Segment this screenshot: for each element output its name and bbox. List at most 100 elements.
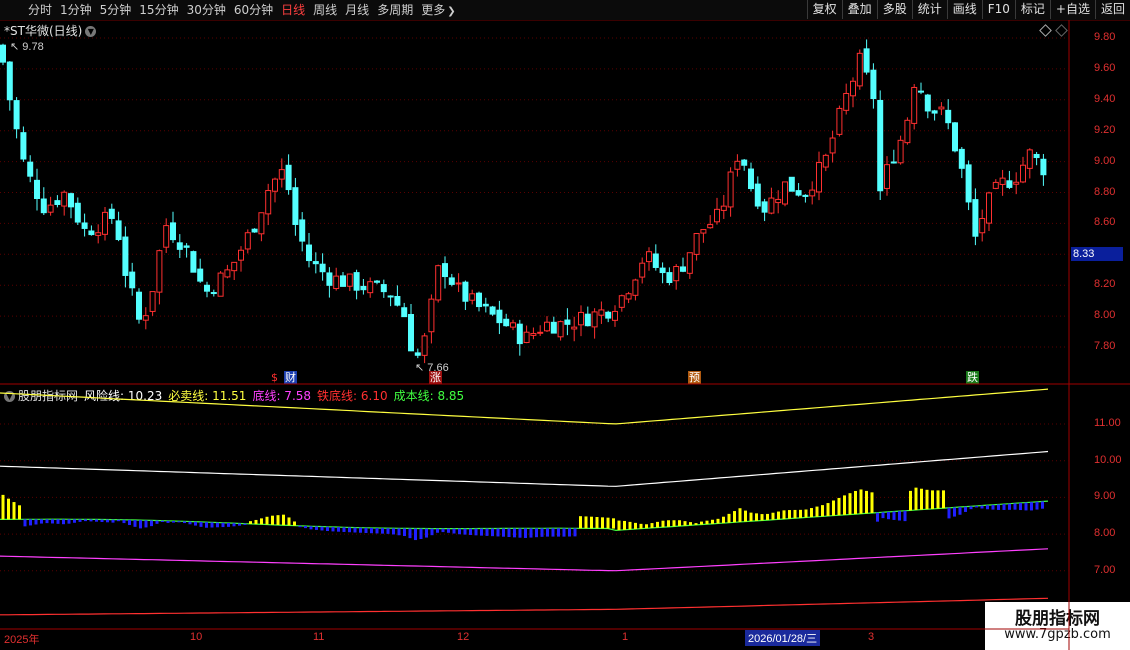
candle-body [822,154,829,168]
chart-canvas[interactable] [0,0,1130,650]
candle-body [741,159,748,166]
candle-body [306,244,312,262]
candle-body [265,190,272,215]
candle-body [836,107,843,135]
candle-body [40,198,47,214]
candle-body [1006,180,1013,188]
iron-bottom-line [0,597,1049,616]
candle-body [163,225,170,248]
candle-body [612,310,618,321]
candle-body [754,183,761,207]
candle-body [462,281,469,302]
candle-body [578,311,584,326]
candle-body [476,292,482,308]
candle-body [625,293,632,300]
candle-body [1040,158,1047,176]
candle-body [102,211,108,235]
candle-body [374,280,380,283]
candle-body [945,109,952,124]
candle-body [244,232,251,250]
candle-body [68,193,74,208]
candle-body [210,292,217,295]
candle-body [251,228,258,233]
candle-body [714,208,720,223]
candle-body [544,321,550,332]
candle-body [652,253,659,268]
candle-body [877,99,884,192]
candle-body [170,222,176,241]
candle-body [537,331,544,334]
candle-body [435,265,442,301]
candle-body [428,298,435,333]
candle-body [639,262,646,278]
candle-body [673,266,680,282]
candle-body [360,285,367,291]
candle-body [659,267,666,274]
risk-line [0,450,1049,487]
candle-body [408,314,414,352]
candle-body [775,198,782,204]
candle-body [788,176,795,192]
candle-body [761,201,768,213]
candle-body [850,80,856,97]
candle-body [387,295,394,298]
candle-body [115,220,122,241]
candle-body [503,318,510,327]
candle-body [333,275,340,290]
candle-body [34,179,40,200]
candle-body [367,281,374,294]
candle-body [88,230,95,236]
candle-body [176,242,183,250]
candle-body [958,148,965,169]
candle-body [999,177,1006,185]
candle-body [278,169,285,180]
candle-body [95,232,102,236]
candle-body [238,249,244,261]
candle-body [299,219,306,242]
candle-body [618,295,625,308]
candle-body [632,279,639,296]
candle-body [965,164,972,203]
candle-body [591,311,598,328]
candle-body [442,263,448,278]
candle-body [380,284,387,293]
candle-body [27,161,34,177]
candle-body [81,222,88,229]
candle-body [802,194,809,197]
candle-body [809,189,816,197]
candle-body [197,268,204,282]
candle-body [918,90,924,93]
candle-body [108,208,115,219]
candle-body [571,326,578,330]
candle-body [394,295,401,306]
candle-body [496,309,503,324]
candle-body [292,187,299,225]
candle-body [455,282,462,285]
candle-body [768,197,775,214]
cost-line [0,500,1049,532]
candle-body [204,284,210,292]
candle-body [54,200,61,205]
candle-body [1013,181,1020,185]
candle-body [598,309,605,316]
candle-body [680,266,686,272]
candle-body [870,69,877,100]
candle-body [258,212,265,235]
candle-body [564,319,571,325]
candle-body [217,272,224,297]
candle-body [421,335,428,356]
candle-body [142,315,149,321]
candle-body [530,332,537,336]
candle-body [74,202,81,223]
candle-body [795,190,802,196]
candle-body [129,271,136,289]
candle-body [557,321,564,338]
candle-body [693,233,700,255]
candle-body [707,224,714,229]
candle-body [911,86,918,124]
candle-body [734,160,741,170]
candle-body [231,261,238,272]
candle-body [482,303,489,307]
candle-body [890,161,897,164]
candle-body [156,250,163,293]
